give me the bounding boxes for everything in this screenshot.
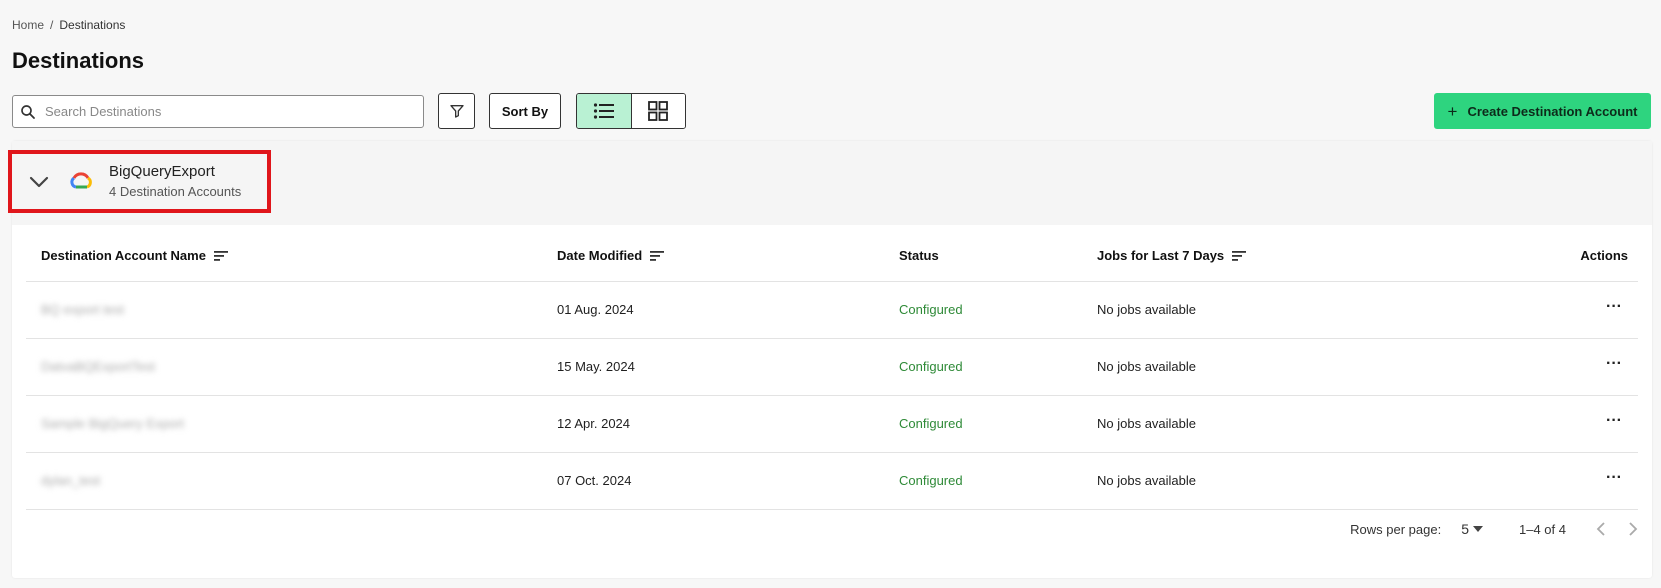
account-name[interactable]: BQ export test — [41, 302, 124, 317]
more-actions-icon[interactable]: ··· — [1606, 298, 1622, 316]
page-title: Destinations — [12, 48, 145, 73]
status-text: Configured — [899, 359, 963, 374]
account-name[interactable]: dylan_test — [41, 473, 100, 488]
filter-button[interactable] — [438, 93, 475, 129]
chevron-down-icon[interactable] — [28, 171, 50, 193]
table-header: Destination Account Name Date Modified S… — [26, 225, 1638, 282]
column-header-date-modified[interactable]: Date Modified — [557, 248, 665, 263]
pagination: Rows per page: 5 1–4 of 4 — [1350, 519, 1638, 539]
grid-icon — [648, 101, 669, 121]
list-view-button[interactable] — [577, 94, 632, 128]
column-header-name[interactable]: Destination Account Name — [41, 248, 228, 263]
create-destination-account-button[interactable]: + Create Destination Account — [1434, 93, 1651, 129]
create-button-label: Create Destination Account — [1467, 103, 1638, 119]
column-header-status: Status — [899, 248, 939, 263]
date-modified: 12 Apr. 2024 — [557, 416, 631, 431]
table-row[interactable]: DatvaBQExportTest 15 May. 2024 Configure… — [26, 339, 1638, 396]
status-text: Configured — [899, 473, 963, 488]
list-icon — [593, 103, 614, 119]
date-modified: 15 May. 2024 — [557, 359, 635, 374]
toolbar: Sort By + Create Destination Account — [12, 93, 1651, 129]
account-name[interactable]: DatvaBQExportTest — [41, 359, 155, 374]
more-actions-icon[interactable]: ··· — [1606, 355, 1622, 373]
plus-icon: + — [1447, 101, 1458, 121]
jobs-text: No jobs available — [1097, 416, 1197, 431]
grid-view-button[interactable] — [631, 94, 685, 128]
breadcrumb-home-link[interactable]: Home — [12, 18, 44, 32]
sort-icon[interactable] — [1232, 250, 1247, 262]
search-icon — [21, 104, 35, 119]
destination-accounts-table: Destination Account Name Date Modified S… — [26, 225, 1638, 510]
sort-by-button[interactable]: Sort By — [489, 93, 561, 129]
chevron-right-icon[interactable] — [1626, 522, 1638, 536]
search-input[interactable] — [45, 104, 405, 119]
account-name[interactable]: Sample BigQuery Export — [41, 416, 184, 431]
jobs-text: No jobs available — [1097, 359, 1197, 374]
chevron-left-icon[interactable] — [1596, 522, 1608, 536]
sort-icon[interactable] — [650, 250, 665, 262]
table-row[interactable]: dylan_test 07 Oct. 2024 Configured No jo… — [26, 453, 1638, 510]
page-range: 1–4 of 4 — [1519, 521, 1566, 537]
jobs-text: No jobs available — [1097, 302, 1197, 317]
status-text: Configured — [899, 302, 963, 317]
jobs-text: No jobs available — [1097, 473, 1197, 488]
google-cloud-icon — [70, 172, 92, 189]
search-box — [12, 95, 424, 128]
sort-icon[interactable] — [213, 250, 228, 262]
breadcrumb: Home / Destinations — [12, 18, 125, 32]
group-account-count: 4 Destination Accounts — [109, 184, 242, 199]
rows-per-page-select[interactable]: 5 — [1461, 521, 1483, 537]
breadcrumb-current: Destinations — [59, 18, 126, 32]
column-header-jobs[interactable]: Jobs for Last 7 Days — [1097, 248, 1247, 263]
table-row[interactable]: Sample BigQuery Export 12 Apr. 2024 Conf… — [26, 396, 1638, 453]
rows-per-page-label: Rows per page: — [1350, 521, 1442, 537]
destination-group-card: BigQueryExport 4 Destination Accounts De… — [8, 141, 1652, 578]
caret-down-icon — [1473, 526, 1483, 532]
column-header-actions: Actions — [1580, 248, 1628, 263]
date-modified: 01 Aug. 2024 — [557, 302, 634, 317]
group-header[interactable]: BigQueryExport 4 Destination Accounts — [8, 141, 1652, 225]
date-modified: 07 Oct. 2024 — [557, 473, 632, 488]
group-name: BigQueryExport — [109, 163, 215, 180]
table-row[interactable]: BQ export test 01 Aug. 2024 Configured N… — [26, 282, 1638, 339]
more-actions-icon[interactable]: ··· — [1606, 412, 1622, 430]
filter-icon — [449, 105, 464, 118]
status-text: Configured — [899, 416, 963, 431]
more-actions-icon[interactable]: ··· — [1606, 469, 1622, 487]
breadcrumb-separator: / — [50, 18, 54, 32]
view-toggle — [576, 93, 686, 129]
